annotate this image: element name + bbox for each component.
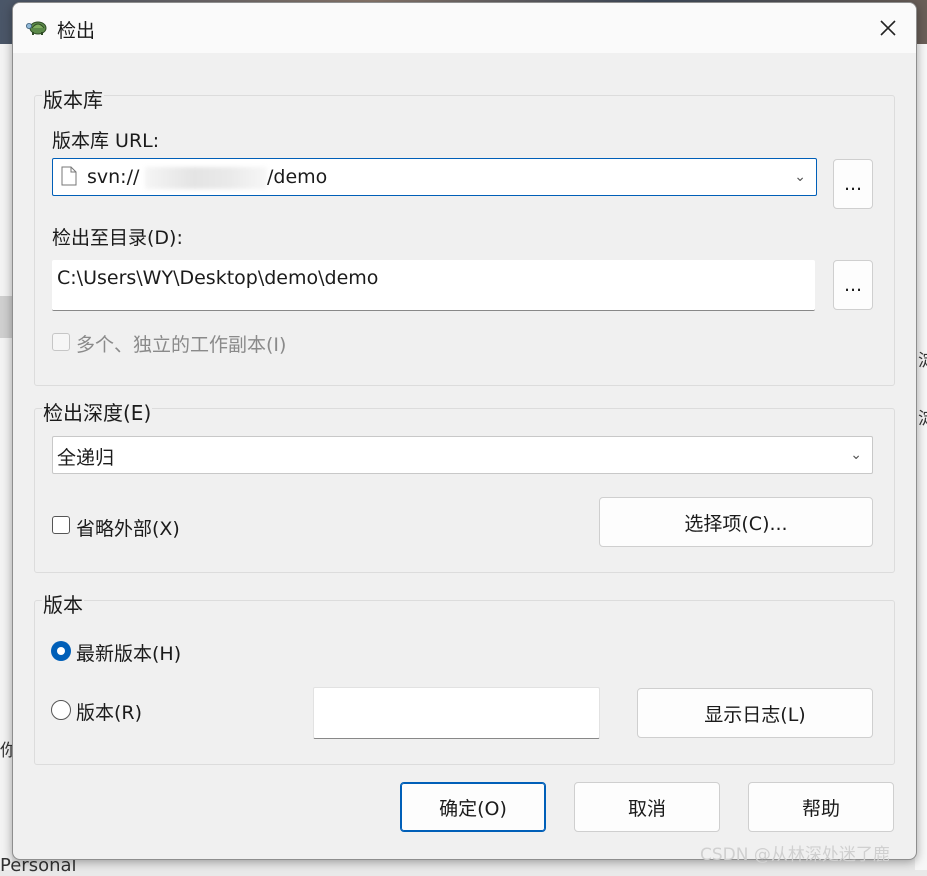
revision-input[interactable] [313,687,600,739]
close-icon [880,20,896,36]
depth-group [34,408,895,573]
watermark: CSDN @从林深处迷了鹿 [700,845,890,865]
url-value-suffix: /demo [267,166,328,188]
redacted-host [145,167,267,189]
background-text: 淀 [918,351,927,371]
url-value-prefix: svn:// [87,166,140,188]
revision-group-title: 版本 [42,589,84,618]
head-revision-radio[interactable] [51,641,71,661]
cancel-button[interactable]: 取消 [574,782,720,832]
depth-selected: 全递归 [57,447,115,469]
choose-items-button[interactable]: 选择项(C)... [599,497,873,547]
omit-externals-checkbox[interactable] [52,516,70,534]
multiple-wc-label: 多个、独立的工作副本(I) [76,334,287,356]
browse-dir-button[interactable]: ... [833,260,873,310]
revision-label: 版本(R) [76,702,143,724]
background-text: 淀 [918,409,927,429]
title-bar: 检出 [13,3,916,53]
omit-externals-label: 省略外部(X) [76,518,180,540]
depth-combobox[interactable]: 全递归 ⌄ [52,436,873,474]
head-revision-label: 最新版本(H) [76,643,182,665]
checkout-dir-label: 检出至目录(D): [52,227,183,249]
ok-button[interactable]: 确定(O) [400,782,546,832]
chevron-down-icon[interactable]: ⌄ [794,169,806,185]
browse-url-button[interactable]: ... [833,159,873,209]
revision-radio[interactable] [51,700,71,720]
revision-group [34,600,895,765]
tortoise-icon [26,21,47,35]
multiple-wc-checkbox[interactable] [52,333,70,351]
url-label: 版本库 URL: [52,130,160,152]
show-log-button[interactable]: 显示日志(L) [637,688,873,738]
checkout-dir-value: C:\Users\WY\Desktop\demo\demo [57,267,379,289]
chevron-down-icon[interactable]: ⌄ [850,447,862,463]
repository-group-title: 版本库 [42,84,104,113]
checkout-dialog: 检出 版本库 版本库 URL: svn:// /demo ⌄ ... 检出至目录… [12,2,917,860]
url-combobox[interactable]: svn:// /demo ⌄ [52,158,817,196]
window-title: 检出 [57,20,96,42]
checkout-dir-input[interactable]: C:\Users\WY\Desktop\demo\demo [52,260,815,311]
help-button[interactable]: 帮助 [748,782,894,832]
depth-group-title: 检出深度(E) [42,397,153,426]
close-button[interactable] [869,9,907,47]
file-icon [61,166,77,186]
